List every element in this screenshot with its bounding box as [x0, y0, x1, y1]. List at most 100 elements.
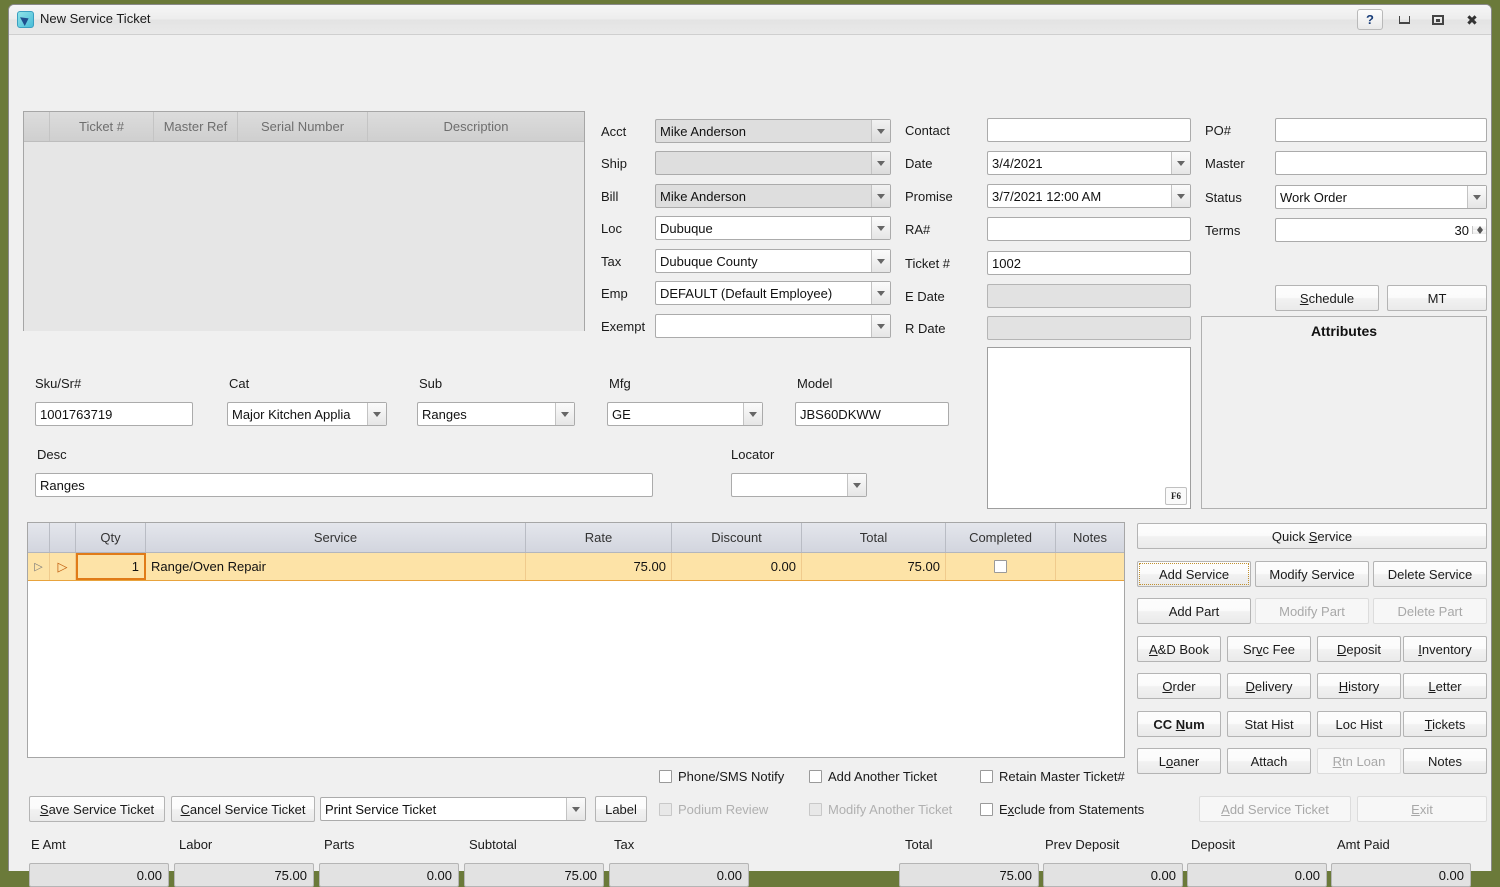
inventory-button[interactable]: Inventory — [1403, 636, 1487, 662]
chevron-down-icon[interactable] — [871, 120, 890, 142]
sku-input[interactable]: 1001763719 — [35, 402, 193, 426]
loaner-button[interactable]: Loaner — [1137, 748, 1221, 774]
exclude-from-statements-checkbox[interactable] — [980, 803, 993, 816]
model-input[interactable]: JBS60DKWW — [795, 402, 949, 426]
cell-qty[interactable]: 1 — [76, 553, 146, 580]
phone-sms-notify-checkbox-row[interactable]: Phone/SMS Notify — [659, 769, 784, 784]
add-another-ticket-checkbox[interactable] — [809, 770, 822, 783]
ticket-list-grid[interactable]: Ticket # Master Ref Serial Number Descri… — [23, 111, 585, 331]
chevron-down-icon[interactable] — [1171, 185, 1190, 207]
retain-master-ticket-checkbox[interactable] — [980, 770, 993, 783]
service-grid[interactable]: Qty Service Rate Discount Total Complete… — [27, 522, 1125, 758]
cell-discount[interactable]: 0.00 — [672, 553, 802, 580]
add-part-button[interactable]: Add Part — [1137, 598, 1251, 624]
cat-combo[interactable]: Major Kitchen Applia — [227, 402, 387, 426]
minimize-icon[interactable] — [1391, 9, 1417, 30]
ticket-col-ticket-no[interactable]: Ticket # — [50, 112, 154, 141]
retain-master-ticket-checkbox-row[interactable]: Retain Master Ticket# — [980, 769, 1125, 784]
date-combo[interactable]: 3/4/2021 — [987, 151, 1191, 175]
chevron-down-icon[interactable] — [1171, 152, 1190, 174]
help-button[interactable]: ? — [1357, 9, 1383, 30]
maximize-icon[interactable] — [1425, 9, 1451, 30]
service-col-discount[interactable]: Discount — [672, 523, 802, 552]
delivery-button[interactable]: Delivery — [1227, 673, 1311, 699]
ship-combo[interactable] — [655, 151, 891, 175]
ticket-col-description[interactable]: Description — [368, 112, 584, 141]
tickets-button[interactable]: Tickets — [1403, 711, 1487, 737]
terms-stepper[interactable]: 30 — [1275, 218, 1487, 242]
chevron-down-icon[interactable] — [743, 403, 762, 425]
loc-combo[interactable]: Dubuque — [655, 216, 891, 240]
add-service-button[interactable]: Add Service — [1137, 561, 1251, 587]
service-col-total[interactable]: Total — [802, 523, 946, 552]
bill-combo[interactable]: Mike Anderson — [655, 184, 891, 208]
chevron-down-icon[interactable] — [847, 474, 866, 496]
ra-number-input[interactable] — [987, 217, 1191, 241]
service-col-qty[interactable]: Qty — [76, 523, 146, 552]
contact-input[interactable] — [987, 118, 1191, 142]
ticket-number-input[interactable]: 1002 — [987, 251, 1191, 275]
spin-down-icon[interactable] — [1473, 230, 1486, 234]
stat-hist-button[interactable]: Stat Hist — [1227, 711, 1311, 737]
acct-combo[interactable]: Mike Anderson — [655, 119, 891, 143]
notes-textarea[interactable]: F6 — [987, 347, 1191, 509]
cc-num-button[interactable]: CC Num — [1137, 711, 1221, 737]
attach-button[interactable]: Attach — [1227, 748, 1311, 774]
chevron-down-icon[interactable] — [871, 282, 890, 304]
locator-combo[interactable] — [731, 473, 867, 497]
srvc-fee-button[interactable]: Srvc Fee — [1227, 636, 1311, 662]
cell-notes[interactable] — [1056, 553, 1124, 580]
exempt-combo[interactable] — [655, 314, 891, 338]
notes-button[interactable]: Notes — [1403, 748, 1487, 774]
phone-sms-notify-checkbox[interactable] — [659, 770, 672, 783]
chevron-down-icon[interactable] — [871, 217, 890, 239]
modify-service-button[interactable]: Modify Service — [1255, 561, 1369, 587]
deposit-button[interactable]: Deposit — [1317, 636, 1401, 662]
terms-spin-buttons[interactable] — [1472, 226, 1486, 234]
chevron-down-icon[interactable] — [871, 185, 890, 207]
ticket-col-master-ref[interactable]: Master Ref — [154, 112, 238, 141]
schedule-button[interactable]: Schedule — [1275, 285, 1379, 311]
sub-combo[interactable]: Ranges — [417, 402, 575, 426]
chevron-down-icon[interactable] — [1467, 186, 1486, 208]
letter-button[interactable]: Letter — [1403, 673, 1487, 699]
service-col-completed[interactable]: Completed — [946, 523, 1056, 552]
loc-hist-button[interactable]: Loc Hist — [1317, 711, 1401, 737]
chevron-down-icon[interactable] — [871, 315, 890, 337]
status-combo[interactable]: Work Order — [1275, 185, 1487, 209]
ad-book-button[interactable]: A&D Book — [1137, 636, 1221, 662]
history-button[interactable]: History — [1317, 673, 1401, 699]
quick-service-button[interactable]: Quick Service — [1137, 523, 1487, 549]
chevron-down-icon[interactable] — [566, 798, 585, 820]
service-col-rate[interactable]: Rate — [526, 523, 672, 552]
close-icon[interactable]: ✖ — [1459, 9, 1485, 30]
mt-button[interactable]: MT — [1387, 285, 1487, 311]
save-service-ticket-button[interactable]: Save Service Ticket — [29, 796, 165, 822]
label-button[interactable]: Label — [595, 796, 647, 822]
ticket-col-serial-number[interactable]: Serial Number — [238, 112, 368, 141]
cancel-service-ticket-button[interactable]: Cancel Service Ticket — [171, 796, 315, 822]
cell-service[interactable]: Range/Oven Repair — [146, 553, 526, 580]
cell-total[interactable]: 75.00 — [802, 553, 946, 580]
chevron-down-icon[interactable] — [871, 152, 890, 174]
exclude-from-statements-checkbox-row[interactable]: Exclude from Statements — [980, 802, 1144, 817]
order-button[interactable]: Order — [1137, 673, 1221, 699]
f6-hotkey-button[interactable]: F6 — [1165, 487, 1187, 505]
tax-combo[interactable]: Dubuque County — [655, 249, 891, 273]
chevron-down-icon[interactable] — [871, 250, 890, 272]
table-row[interactable]: ▷ ▷ 1 Range/Oven Repair 75.00 0.00 75.00 — [28, 553, 1124, 581]
desc-input[interactable]: Ranges — [35, 473, 653, 497]
promise-combo[interactable]: 3/7/2021 12:00 AM — [987, 184, 1191, 208]
chevron-down-icon[interactable] — [555, 403, 574, 425]
service-col-notes[interactable]: Notes — [1056, 523, 1124, 552]
service-col-service[interactable]: Service — [146, 523, 526, 552]
chevron-down-icon[interactable] — [367, 403, 386, 425]
delete-service-button[interactable]: Delete Service — [1373, 561, 1487, 587]
cell-rate[interactable]: 75.00 — [526, 553, 672, 580]
master-input[interactable] — [1275, 151, 1487, 175]
print-service-ticket-combo[interactable]: Print Service Ticket — [320, 797, 586, 821]
po-number-input[interactable] — [1275, 118, 1487, 142]
add-another-ticket-checkbox-row[interactable]: Add Another Ticket — [809, 769, 937, 784]
completed-checkbox[interactable] — [994, 560, 1007, 573]
emp-combo[interactable]: DEFAULT (Default Employee) — [655, 281, 891, 305]
